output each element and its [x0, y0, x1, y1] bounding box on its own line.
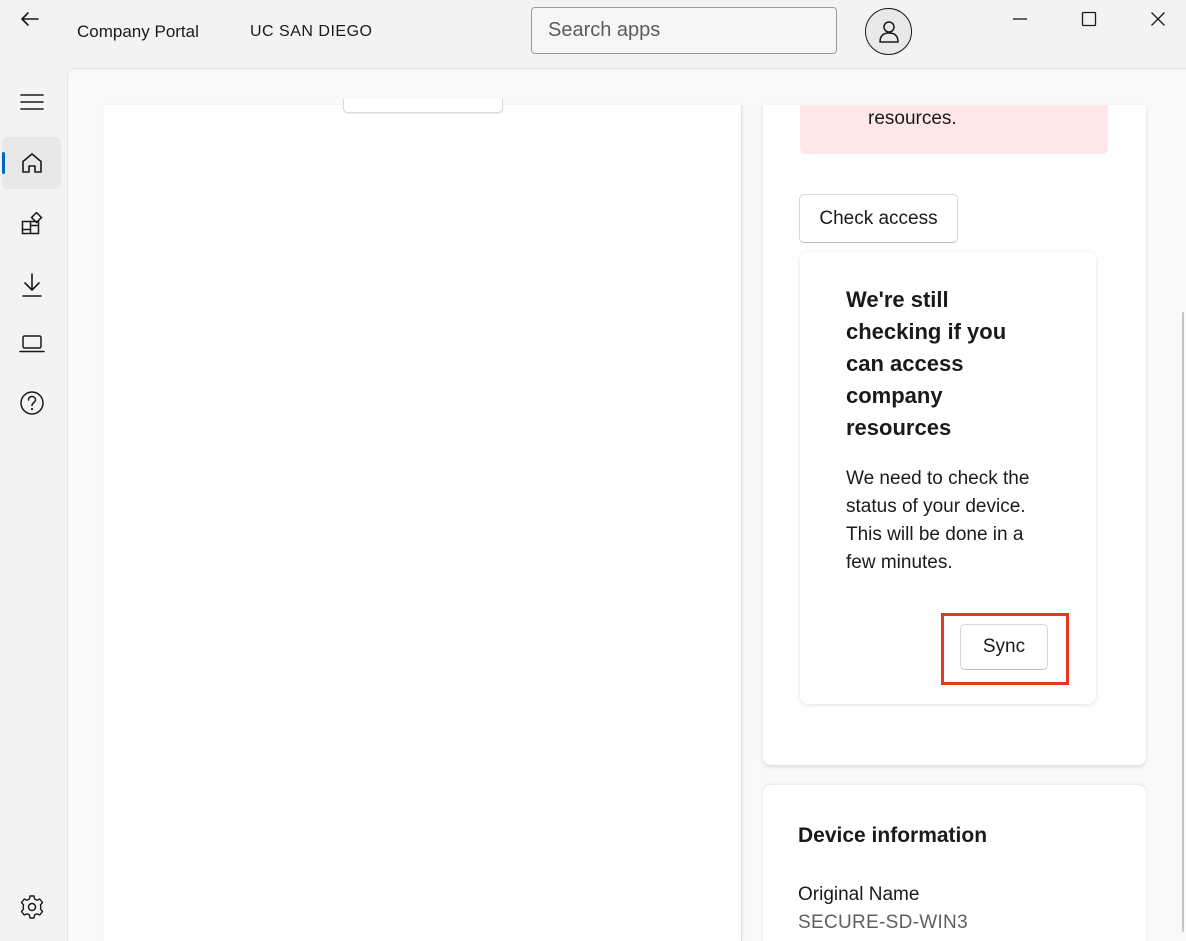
- partially-visible-button[interactable]: [343, 99, 503, 113]
- title-bar: Company Portal UC SAN DIEGO: [0, 0, 1186, 68]
- settings-icon: [20, 895, 43, 919]
- person-icon: [878, 20, 899, 43]
- minimize-icon: [1013, 18, 1027, 20]
- organization-name: UC SAN DIEGO: [250, 23, 373, 40]
- hamburger-menu-icon: [19, 94, 44, 110]
- nav-item-home[interactable]: [2, 137, 61, 189]
- maximize-icon: [1081, 11, 1097, 27]
- nav-item-help[interactable]: [2, 377, 61, 429]
- back-arrow-icon: [21, 12, 39, 26]
- status-body: We need to check the status of your devi…: [846, 468, 1030, 573]
- compliance-card: resources. Check access We're still chec…: [763, 105, 1146, 765]
- alert-banner: resources.: [800, 105, 1108, 154]
- sync-highlight-box: Sync: [941, 613, 1069, 685]
- check-access-button[interactable]: Check access: [799, 194, 958, 243]
- device-info-title: Device information: [798, 824, 988, 847]
- maximize-button[interactable]: [1066, 0, 1112, 38]
- app-title: Company Portal: [77, 22, 199, 41]
- nav-item-apps[interactable]: [2, 198, 61, 250]
- sync-button[interactable]: Sync: [960, 624, 1048, 670]
- status-card: We're still checking if you can access c…: [800, 252, 1096, 704]
- device-information-card: Device information Original Name SECURE-…: [763, 785, 1146, 941]
- search-input[interactable]: [531, 7, 837, 54]
- left-pane: [104, 99, 742, 941]
- apps-icon: [21, 212, 43, 235]
- navigation-rail: [0, 68, 67, 941]
- account-avatar-button[interactable]: [865, 8, 912, 55]
- home-icon: [21, 153, 42, 173]
- nav-item-devices[interactable]: [2, 318, 61, 370]
- close-button[interactable]: [1135, 0, 1181, 38]
- back-button[interactable]: [10, 4, 50, 34]
- close-icon: [1151, 12, 1165, 26]
- original-name-label: Original Name: [798, 884, 920, 905]
- status-title: We're still checking if you can access c…: [846, 287, 1007, 440]
- nav-item-downloads[interactable]: [2, 259, 61, 311]
- download-icon: [21, 273, 42, 297]
- scrollbar[interactable]: [1182, 312, 1184, 932]
- laptop-icon: [18, 335, 45, 353]
- help-icon: [19, 391, 44, 415]
- minimize-button[interactable]: [997, 0, 1043, 38]
- nav-item-settings[interactable]: [2, 881, 61, 933]
- nav-menu-toggle[interactable]: [2, 76, 61, 128]
- alert-text: resources.: [868, 108, 957, 129]
- original-name-value: SECURE-SD-WIN3: [798, 912, 968, 933]
